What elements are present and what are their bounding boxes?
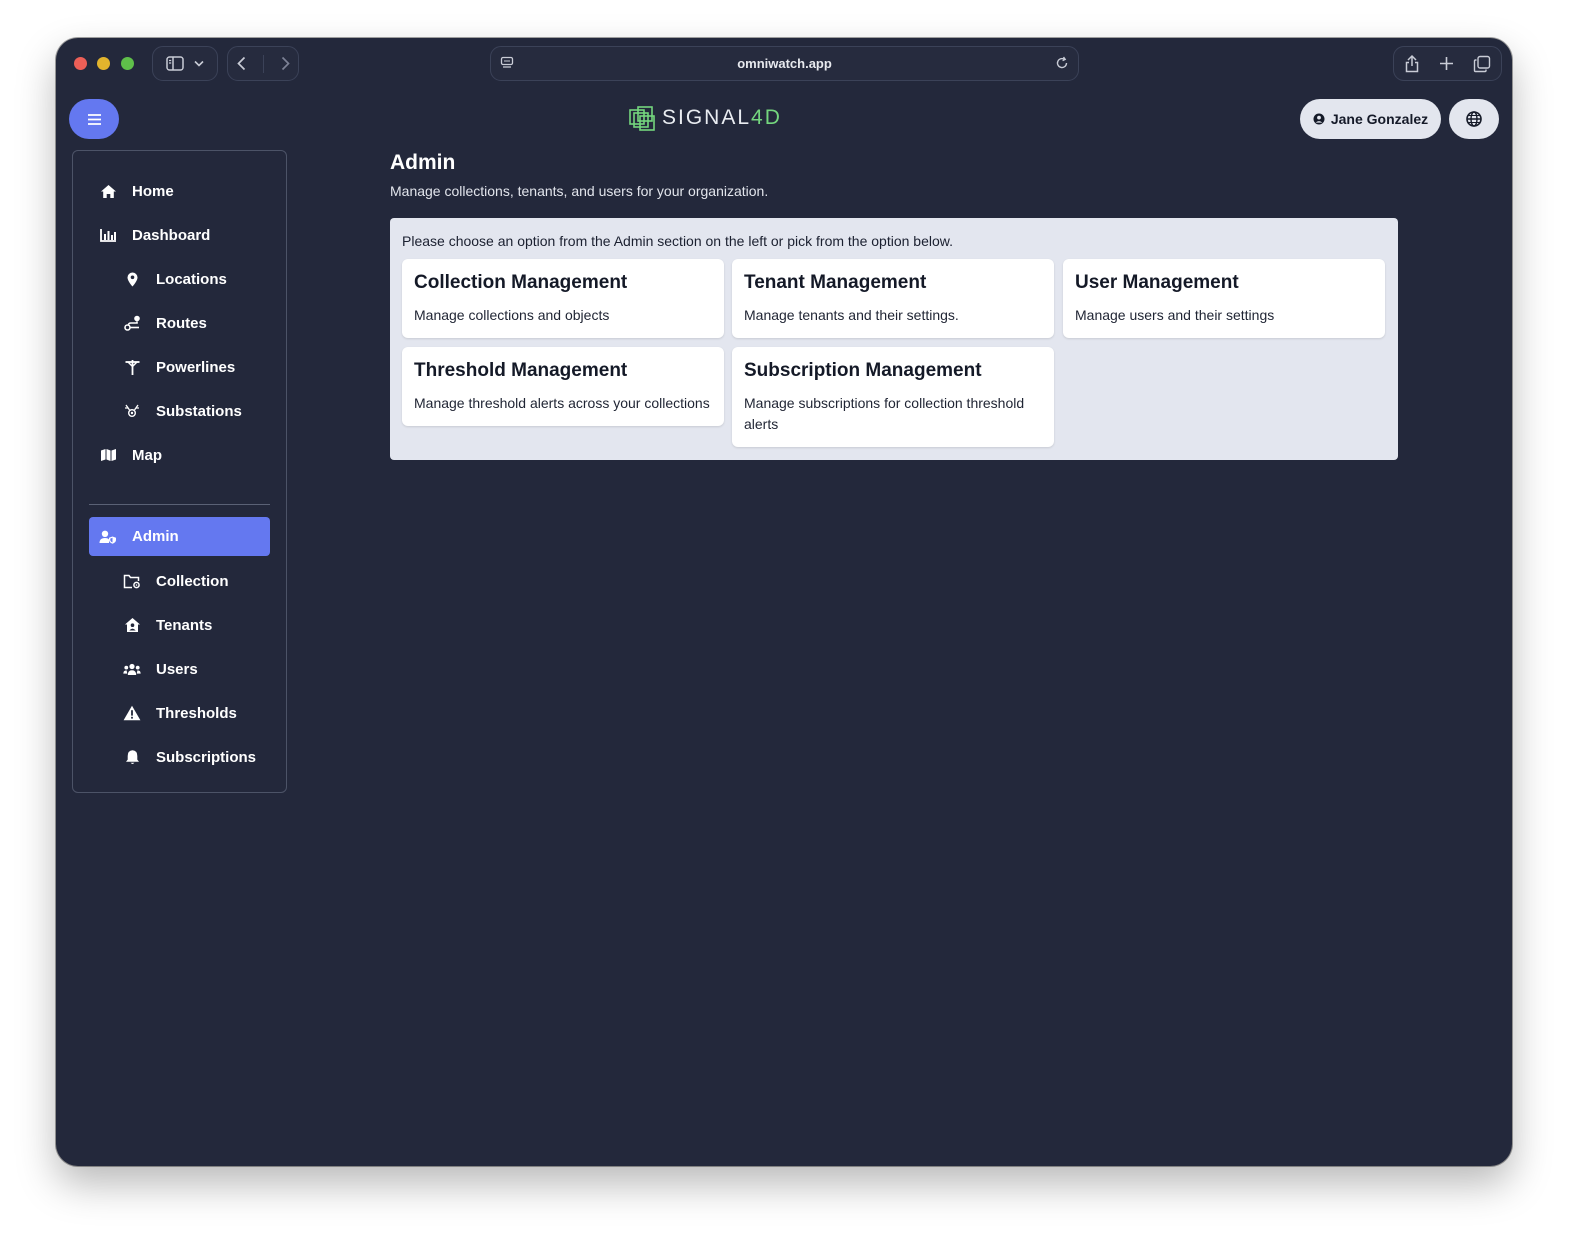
- tab-overview-icon[interactable]: [1473, 55, 1491, 73]
- card-title: Subscription Management: [744, 360, 982, 381]
- brand-logo: SIGNAL4D: [628, 104, 782, 132]
- new-tab-icon[interactable]: [1439, 56, 1454, 71]
- warning-icon: [120, 705, 144, 721]
- user-name: Jane Gonzalez: [1330, 111, 1429, 127]
- language-button[interactable]: [1449, 99, 1499, 139]
- sidebar-item-powerlines[interactable]: Powerlines: [120, 349, 235, 385]
- sidebar-item-dashboard[interactable]: Dashboard: [96, 217, 210, 253]
- card-description: Manage users and their settings: [1075, 307, 1275, 323]
- back-arrow-icon[interactable]: [236, 56, 246, 71]
- map-icon: [96, 448, 120, 462]
- sidebar-item-label: Users: [156, 660, 198, 678]
- sidebar-item-map[interactable]: Map: [96, 437, 162, 473]
- card-title: Collection Management: [414, 272, 628, 293]
- page-title: Admin: [390, 151, 456, 174]
- browser-window: omniwatch.app SIGNAL4D Jane Gonzalez Hom…: [56, 38, 1512, 1166]
- sidebar-item-label: Powerlines: [156, 358, 236, 376]
- user-management-card[interactable]: User Management Manage users and their s…: [1063, 259, 1385, 338]
- card-description: Manage threshold alerts across your coll…: [414, 395, 710, 411]
- sidebar-item-label: Tenants: [156, 616, 213, 634]
- card-description: Manage collections and objects: [414, 307, 610, 323]
- sidebar-item-label: Substations: [156, 402, 242, 420]
- sidebar-item-label: Collection: [156, 572, 229, 590]
- minimize-window-button[interactable]: [97, 57, 110, 70]
- site-settings-icon[interactable]: [500, 56, 514, 70]
- user-menu-button[interactable]: Jane Gonzalez: [1300, 99, 1441, 139]
- share-icon[interactable]: [1404, 54, 1420, 73]
- tenant-management-card[interactable]: Tenant Management Manage tenants and the…: [732, 259, 1054, 338]
- panel-intro-text: Please choose an option from the Admin s…: [402, 233, 953, 249]
- browser-sidebar-toggle[interactable]: [152, 46, 218, 81]
- url-text: omniwatch.app: [737, 56, 832, 71]
- close-window-button[interactable]: [74, 57, 87, 70]
- chevron-down-icon: [194, 60, 204, 67]
- card-description: Manage subscriptions for collection thre…: [744, 395, 1025, 432]
- hamburger-icon: [87, 113, 102, 126]
- route-icon: [120, 315, 144, 331]
- threshold-management-card[interactable]: Threshold Management Manage threshold al…: [402, 347, 724, 426]
- reload-icon[interactable]: [1055, 56, 1069, 70]
- sidebar-item-collection[interactable]: Collection: [120, 563, 229, 599]
- sidebar-item-admin[interactable]: Admin: [89, 517, 270, 556]
- zoom-window-button[interactable]: [121, 57, 134, 70]
- logo-text: SIGNAL: [662, 106, 752, 129]
- globe-icon: [1466, 111, 1482, 127]
- sidebar-item-label: Subscriptions: [156, 748, 257, 766]
- sidebar-item-subscriptions[interactable]: Subscriptions: [120, 739, 256, 775]
- sidebar-item-locations[interactable]: Locations: [120, 261, 227, 297]
- logo-mark-icon: [628, 104, 656, 132]
- address-bar[interactable]: omniwatch.app: [490, 46, 1079, 81]
- users-icon: [120, 663, 144, 676]
- collection-management-card[interactable]: Collection Management Manage collections…: [402, 259, 724, 338]
- sidebar-item-thresholds[interactable]: Thresholds: [120, 695, 237, 731]
- sidebar-item-tenants[interactable]: Tenants: [120, 607, 212, 643]
- house-user-icon: [120, 617, 144, 633]
- logo-accent-text: 4D: [751, 106, 782, 129]
- user-shield-icon: [96, 530, 120, 544]
- page-subtitle: Manage collections, tenants, and users f…: [390, 183, 769, 199]
- sidebar-item-users[interactable]: Users: [120, 651, 198, 687]
- forward-arrow-icon[interactable]: [281, 56, 290, 71]
- folder-gear-icon: [120, 574, 144, 589]
- card-description: Manage tenants and their settings.: [744, 307, 959, 323]
- card-title: User Management: [1075, 272, 1239, 293]
- sidebar-icon: [166, 56, 184, 71]
- bar-chart-icon: [96, 228, 120, 242]
- bell-icon: [120, 749, 144, 765]
- sidebar-item-label: Map: [132, 446, 162, 464]
- sidebar-item-routes[interactable]: Routes: [120, 305, 207, 341]
- sidebar-item-home[interactable]: Home: [96, 173, 174, 209]
- substation-icon: [120, 403, 144, 419]
- browser-nav-arrows: [227, 46, 299, 81]
- sidebar-item-label: Admin: [132, 528, 179, 545]
- card-title: Threshold Management: [414, 360, 628, 381]
- sidebar-nav: Home Dashboard Locations Routes Powerlin…: [72, 150, 287, 793]
- sidebar-item-label: Locations: [156, 270, 227, 288]
- sidebar-item-label: Home: [132, 182, 174, 200]
- nav-divider: [262, 54, 264, 73]
- map-pin-icon: [120, 272, 144, 287]
- home-icon: [96, 184, 120, 199]
- sidebar-item-label: Dashboard: [132, 226, 211, 244]
- card-title: Tenant Management: [744, 272, 927, 293]
- admin-options-panel: Please choose an option from the Admin s…: [390, 218, 1398, 460]
- menu-toggle-button[interactable]: [69, 99, 119, 139]
- subscription-management-card[interactable]: Subscription Management Manage subscript…: [732, 347, 1054, 447]
- user-circle-icon: [1313, 113, 1325, 125]
- sidebar-item-label: Thresholds: [156, 704, 237, 722]
- browser-toolbar-right: [1393, 46, 1502, 81]
- powerline-icon: [120, 359, 144, 376]
- sidebar-item-label: Routes: [156, 314, 207, 332]
- sidebar-divider: [89, 504, 270, 505]
- sidebar-item-substations[interactable]: Substations: [120, 393, 242, 429]
